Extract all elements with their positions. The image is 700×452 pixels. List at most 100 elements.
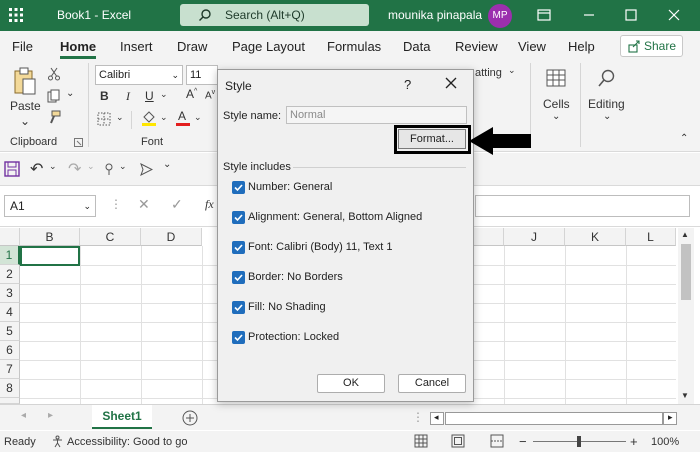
tab-formulas[interactable]: Formulas bbox=[327, 39, 381, 54]
undo-icon[interactable]: ↶ bbox=[30, 159, 43, 179]
conditional-formatting-dropdown-icon[interactable]: ⌄ bbox=[508, 65, 516, 76]
maximize-icon[interactable] bbox=[622, 6, 640, 24]
tab-insert[interactable]: Insert bbox=[120, 39, 153, 54]
tab-page-layout[interactable]: Page Layout bbox=[232, 39, 305, 54]
share-button[interactable]: Share bbox=[620, 35, 683, 57]
zoom-out-icon[interactable]: − bbox=[519, 434, 527, 449]
row-header[interactable]: 4 bbox=[0, 303, 20, 322]
tab-help[interactable]: Help bbox=[568, 39, 595, 54]
borders-dropdown-icon[interactable]: ⌄ bbox=[116, 112, 124, 123]
fill-color-icon[interactable] bbox=[141, 109, 157, 127]
scroll-left-button[interactable]: ◂ bbox=[430, 412, 444, 425]
normal-view-icon[interactable] bbox=[414, 434, 428, 448]
copy-icon[interactable] bbox=[47, 89, 61, 103]
row-header[interactable]: 6 bbox=[0, 341, 20, 360]
accessibility-icon[interactable] bbox=[51, 435, 64, 448]
increase-font-icon[interactable]: A^ bbox=[186, 87, 197, 101]
clipboard-launcher-icon[interactable] bbox=[74, 138, 83, 147]
underline-dropdown-icon[interactable]: ⌄ bbox=[160, 89, 168, 100]
column-header[interactable]: K bbox=[565, 228, 626, 246]
page-layout-view-icon[interactable] bbox=[451, 434, 465, 448]
select-all-corner[interactable] bbox=[0, 228, 20, 246]
ok-button[interactable]: OK bbox=[317, 374, 385, 393]
minimize-icon[interactable] bbox=[580, 6, 598, 24]
font-name-select[interactable]: Calibri ⌄ bbox=[95, 65, 183, 85]
fill-color-dropdown-icon[interactable]: ⌄ bbox=[160, 112, 168, 123]
column-header[interactable]: B bbox=[20, 228, 80, 246]
customize-qat-icon[interactable]: ⌄ bbox=[163, 159, 171, 170]
italic-icon[interactable]: I bbox=[126, 89, 130, 104]
accessibility-status[interactable]: Accessibility: Good to go bbox=[67, 436, 187, 448]
column-header[interactable]: J bbox=[504, 228, 565, 246]
cells-dropdown-icon[interactable]: ⌄ bbox=[552, 111, 560, 122]
row-header[interactable]: 3 bbox=[0, 284, 20, 303]
tab-home[interactable]: Home bbox=[60, 39, 96, 54]
collapse-ribbon-icon[interactable]: ⌃ bbox=[680, 133, 688, 144]
search-box[interactable]: Search (Alt+Q) bbox=[180, 4, 369, 26]
row-header[interactable]: 8 bbox=[0, 379, 20, 398]
tab-review[interactable]: Review bbox=[455, 39, 498, 54]
save-icon[interactable] bbox=[4, 161, 20, 177]
column-header[interactable]: C bbox=[80, 228, 141, 246]
ribbon-display-icon[interactable] bbox=[535, 6, 553, 24]
cells-button[interactable]: Cells bbox=[543, 97, 570, 111]
style-name-field[interactable]: Normal bbox=[286, 106, 467, 124]
column-header[interactable]: L bbox=[626, 228, 676, 246]
decrease-font-icon[interactable]: Av bbox=[205, 89, 215, 101]
redo-dropdown-icon[interactable]: ⌄ bbox=[87, 161, 95, 172]
editing-dropdown-icon[interactable]: ⌄ bbox=[603, 111, 611, 122]
avatar[interactable]: MP bbox=[488, 4, 512, 28]
underline-icon[interactable]: U bbox=[145, 89, 154, 103]
tab-draw[interactable]: Draw bbox=[177, 39, 207, 54]
paste-dropdown-icon[interactable]: ⌄ bbox=[20, 114, 30, 128]
format-button[interactable]: Format... bbox=[398, 129, 466, 149]
vertical-scrollbar[interactable]: ▲ ▼ bbox=[678, 228, 694, 404]
undo-dropdown-icon[interactable]: ⌄ bbox=[49, 161, 57, 172]
app-launcher-icon[interactable] bbox=[8, 7, 24, 23]
horizontal-scrollbar[interactable] bbox=[445, 412, 663, 425]
font-color-dropdown-icon[interactable]: ⌄ bbox=[194, 112, 202, 123]
active-cell[interactable] bbox=[20, 246, 80, 266]
add-sheet-icon[interactable] bbox=[182, 410, 198, 426]
scroll-up-icon[interactable]: ▲ bbox=[681, 230, 689, 239]
send-icon[interactable] bbox=[140, 163, 153, 176]
scroll-down-icon[interactable]: ▼ bbox=[681, 391, 689, 400]
zoom-slider-thumb[interactable] bbox=[577, 436, 581, 447]
touch-dropdown-icon[interactable]: ⌄ bbox=[119, 161, 127, 172]
paste-button[interactable]: Paste bbox=[10, 99, 41, 113]
page-break-view-icon[interactable] bbox=[490, 434, 504, 448]
copy-dropdown-icon[interactable]: ⌄ bbox=[66, 88, 74, 99]
column-header[interactable]: D bbox=[141, 228, 202, 246]
close-window-icon[interactable] bbox=[665, 6, 683, 24]
borders-icon[interactable] bbox=[97, 112, 111, 126]
conditional-formatting-label[interactable]: atting bbox=[475, 67, 502, 79]
previous-sheet-icon[interactable]: ◂ bbox=[21, 410, 26, 421]
next-sheet-icon[interactable]: ▸ bbox=[48, 410, 53, 421]
font-color-icon[interactable]: A bbox=[175, 109, 191, 127]
row-header[interactable]: 2 bbox=[0, 265, 20, 284]
sheet-tab-sheet1[interactable]: Sheet1 bbox=[92, 405, 152, 429]
editing-button[interactable]: Editing bbox=[588, 97, 625, 111]
formula-input[interactable] bbox=[475, 195, 690, 217]
row-header[interactable]: 7 bbox=[0, 360, 20, 379]
tab-data[interactable]: Data bbox=[403, 39, 430, 54]
scrollbar-thumb[interactable] bbox=[681, 244, 691, 300]
tab-file[interactable]: File bbox=[12, 39, 33, 54]
bold-icon[interactable]: B bbox=[100, 89, 109, 103]
scroll-right-button[interactable]: ▸ bbox=[663, 412, 677, 425]
format-painter-icon[interactable] bbox=[47, 110, 61, 124]
cancel-button[interactable]: Cancel bbox=[398, 374, 466, 393]
row-header[interactable]: 1 bbox=[0, 246, 20, 265]
column-header-partial[interactable] bbox=[474, 228, 504, 246]
insert-function-icon[interactable]: fx bbox=[205, 197, 214, 212]
help-button[interactable]: ? bbox=[404, 77, 411, 92]
close-icon[interactable] bbox=[444, 76, 458, 90]
row-header[interactable]: 5 bbox=[0, 322, 20, 341]
name-box[interactable]: A1 ⌄ bbox=[4, 195, 96, 217]
confirm-entry-icon[interactable]: ✓ bbox=[171, 196, 183, 213]
zoom-in-icon[interactable]: + bbox=[630, 434, 638, 449]
font-size-select[interactable]: 11 bbox=[186, 65, 218, 85]
zoom-level[interactable]: 100% bbox=[651, 436, 679, 448]
tab-split-icon[interactable]: ⋮ bbox=[412, 410, 424, 424]
touch-mode-icon[interactable] bbox=[102, 162, 116, 176]
